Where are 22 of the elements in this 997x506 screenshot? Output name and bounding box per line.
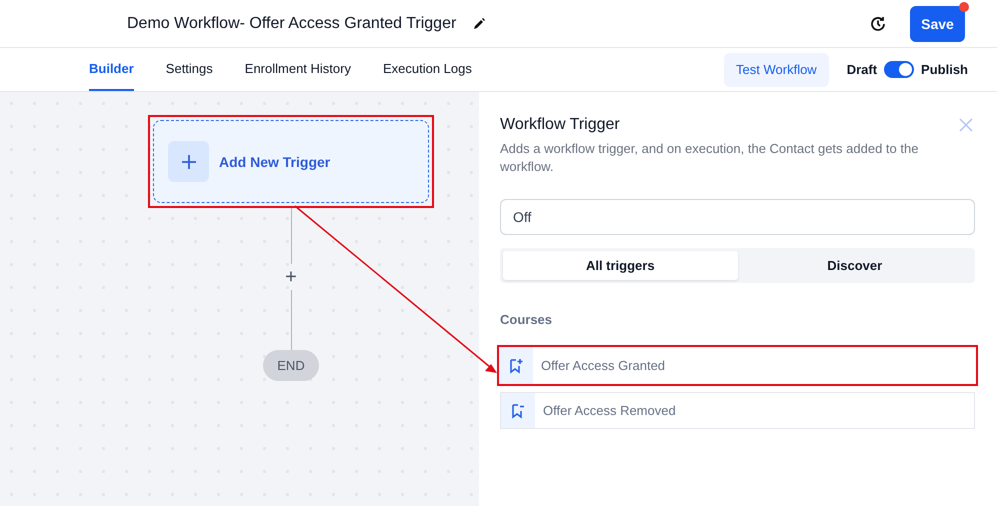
panel-title: Workflow Trigger bbox=[500, 116, 620, 134]
search-field[interactable]: Off bbox=[500, 199, 975, 235]
add-step-button[interactable]: + bbox=[285, 264, 297, 290]
publish-toggle[interactable] bbox=[884, 61, 914, 78]
add-trigger-node[interactable]: Add New Trigger bbox=[153, 120, 429, 203]
bookmark-plus-icon bbox=[508, 358, 524, 374]
section-heading: Courses bbox=[500, 312, 554, 327]
end-node: END bbox=[263, 350, 319, 381]
draft-label: Draft bbox=[846, 62, 878, 77]
bookmark-minus-icon bbox=[510, 402, 526, 418]
panel-description: Adds a workflow trigger, and on execution, the Contact gets added to the workflow. bbox=[500, 140, 920, 176]
nav-tab[interactable]: Enrollment History bbox=[244, 48, 351, 91]
trigger-option[interactable]: Offer Access Removed bbox=[500, 392, 975, 429]
nav-tab[interactable]: Settings bbox=[166, 48, 213, 91]
segment-tab[interactable]: Discover bbox=[738, 251, 972, 280]
workflow-title: Demo Workflow- Offer Access Granted Trigger bbox=[127, 14, 456, 32]
plus-icon bbox=[180, 154, 196, 170]
trigger-option[interactable]: Offer Access Granted bbox=[497, 345, 978, 386]
test-workflow-button[interactable]: Test Workflow bbox=[724, 52, 829, 86]
segment-tab[interactable]: All triggers bbox=[503, 251, 738, 280]
nav-tab[interactable]: Execution Logs bbox=[382, 48, 472, 91]
publish-label: Publish bbox=[921, 62, 968, 77]
